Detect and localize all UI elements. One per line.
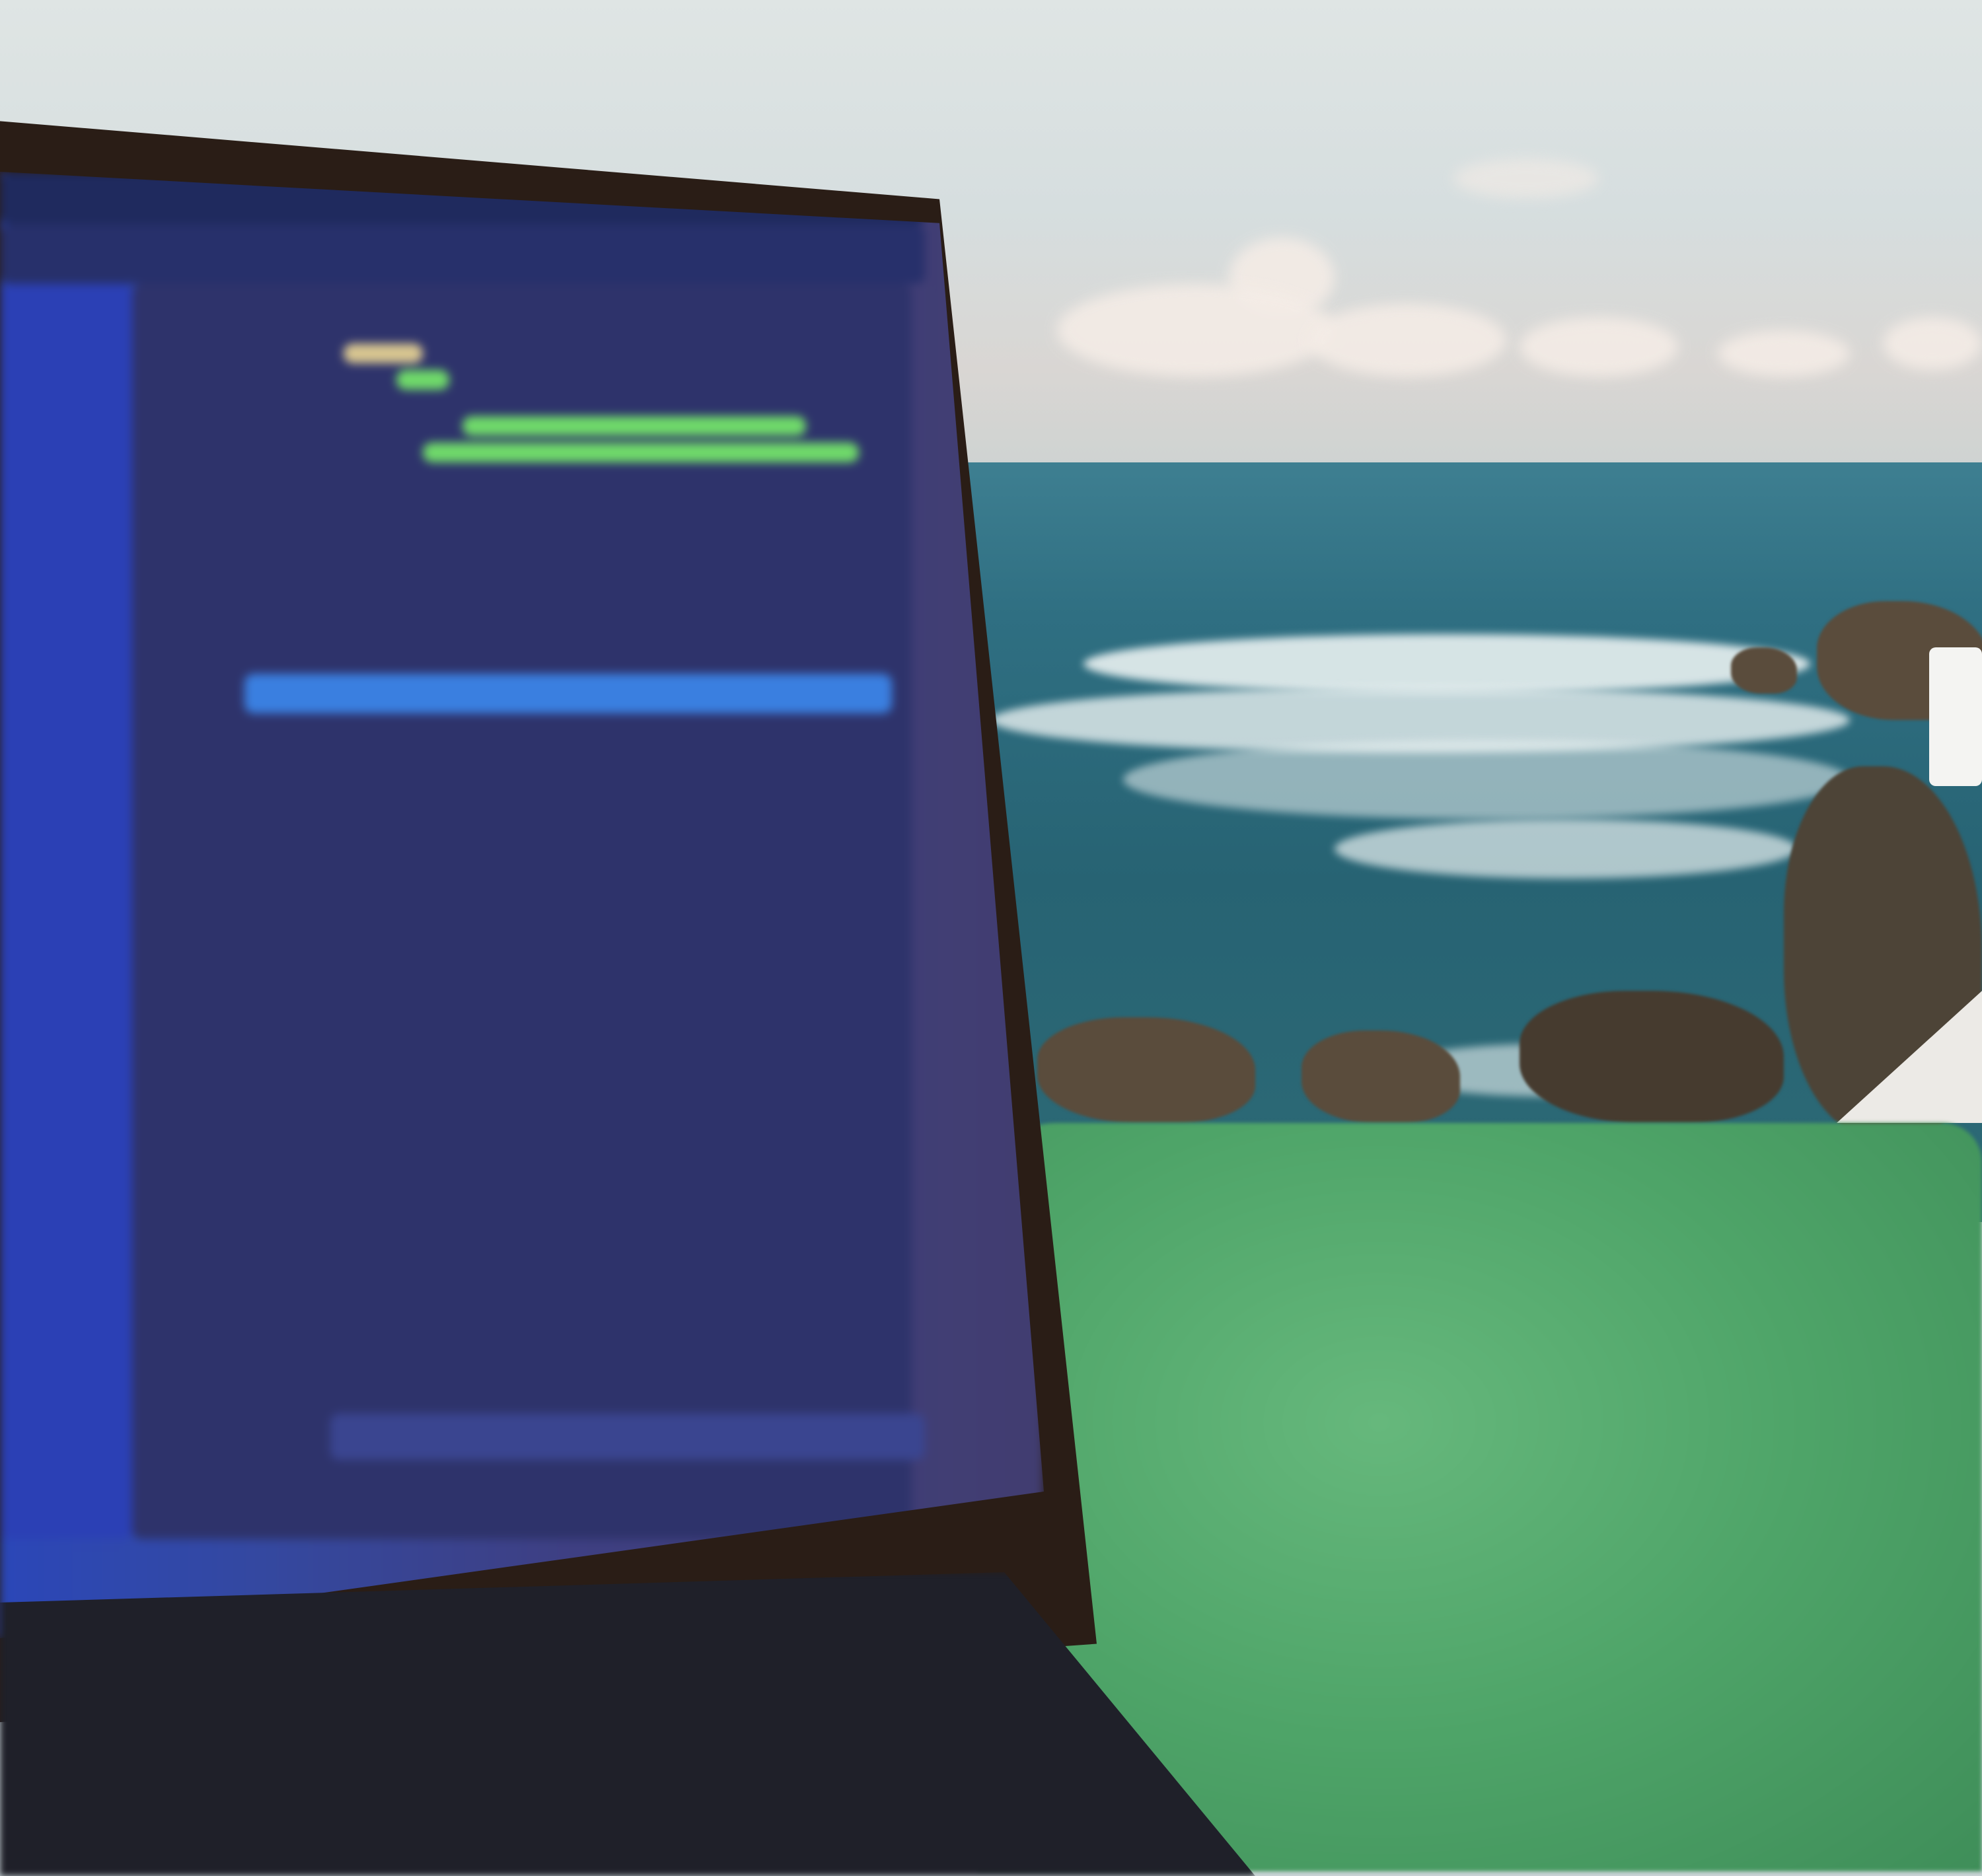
editor-pane (132, 284, 912, 1539)
wave-crest (1083, 634, 1810, 694)
wave-crest (1335, 819, 1797, 879)
white-wall (1837, 647, 1982, 1176)
cloud (1308, 304, 1506, 377)
code-token (423, 443, 859, 462)
cloud (1883, 317, 1982, 370)
laptop-screen (0, 172, 1044, 1638)
cloud (1057, 284, 1335, 377)
wave-foam (1123, 740, 1850, 819)
rock (1037, 1017, 1255, 1123)
code-token (344, 343, 423, 363)
code-token (462, 416, 806, 436)
cloud (1520, 317, 1678, 377)
rock (1520, 991, 1784, 1123)
wall-post (1929, 647, 1982, 786)
cloud (1718, 330, 1850, 377)
rock (1731, 647, 1797, 694)
cloud (1453, 159, 1599, 198)
selection-highlight (244, 674, 892, 713)
rock (1302, 1030, 1460, 1123)
wall-ledge (1837, 991, 1982, 1123)
taskbar (330, 1414, 925, 1460)
sidebar (0, 284, 132, 1539)
tab-bar (0, 225, 925, 284)
code-token (396, 370, 449, 390)
